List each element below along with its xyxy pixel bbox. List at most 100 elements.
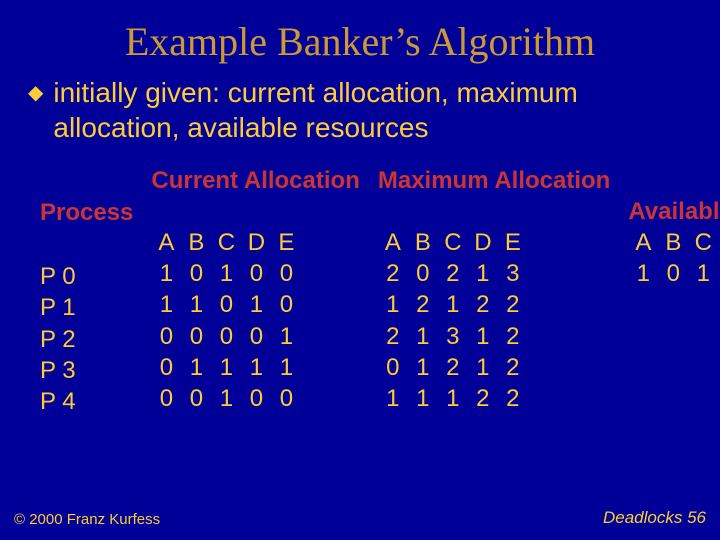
resource-header-row: A B C D E <box>378 227 610 258</box>
cell: 2 <box>378 321 408 352</box>
cell: 3 <box>438 321 468 352</box>
cell: 0 <box>151 352 181 383</box>
current-block: Current Allocation A B C D E 1 0 1 0 0 1… <box>151 165 359 417</box>
cell: 1 <box>468 258 498 289</box>
cell: 2 <box>498 321 528 352</box>
cell: 1 <box>211 258 241 289</box>
cell: 1 <box>211 383 241 414</box>
cell: 1 <box>241 352 271 383</box>
cell: 2 <box>498 289 528 320</box>
resource-header-row: A B C D E <box>151 227 359 258</box>
footer-copyright: © 2000 Franz Kurfess <box>14 511 160 528</box>
res-hdr: B <box>408 227 438 258</box>
res-hdr: D <box>468 227 498 258</box>
spacer <box>628 165 720 196</box>
bullet-text: initially given: current allocation, max… <box>53 75 692 145</box>
res-hdr: A <box>628 227 658 258</box>
cell: 3 <box>498 258 528 289</box>
cell: 2 <box>378 258 408 289</box>
table-row: 0 0 1 0 0 <box>151 383 359 414</box>
available-block: Available A B C D E 1 0 1 0 1 <box>628 165 720 417</box>
process-name: P 4 <box>40 386 133 417</box>
maximum-header: Maximum Allocation <box>378 165 610 227</box>
cell: 1 <box>271 352 301 383</box>
cell: 1 <box>408 352 438 383</box>
cell: 1 <box>271 321 301 352</box>
cell: 1 <box>211 352 241 383</box>
res-hdr: A <box>378 227 408 258</box>
process-name: P 2 <box>40 324 133 355</box>
table-row: 2 0 2 1 3 <box>378 258 610 289</box>
cell: 1 <box>628 258 658 289</box>
res-hdr: C <box>211 227 241 258</box>
tables-area: Process P 0 P 1 P 2 P 3 P 4 Current Allo… <box>0 145 720 417</box>
cell: 1 <box>151 258 181 289</box>
cell: 0 <box>241 258 271 289</box>
maximum-block: Maximum Allocation A B C D E 2 0 2 1 3 1… <box>378 165 610 417</box>
table-row: 2 1 3 1 2 <box>378 321 610 352</box>
cell: 1 <box>151 289 181 320</box>
spacer <box>40 230 133 261</box>
cell: 0 <box>241 383 271 414</box>
table-row: 1 0 1 0 1 <box>628 258 720 289</box>
cell: 1 <box>688 258 718 289</box>
res-hdr: B <box>181 227 211 258</box>
res-hdr: C <box>438 227 468 258</box>
table-row: 1 0 1 0 0 <box>151 258 359 289</box>
cell: 2 <box>468 289 498 320</box>
slide-title: Example Banker’s Algorithm <box>0 0 720 75</box>
table-row: 0 0 0 0 1 <box>151 321 359 352</box>
cell: 0 <box>271 258 301 289</box>
cell: 1 <box>408 383 438 414</box>
available-header: Available <box>628 196 720 227</box>
cell: 1 <box>378 383 408 414</box>
cell: 0 <box>271 289 301 320</box>
cell: 0 <box>408 258 438 289</box>
table-row: 0 1 1 1 1 <box>151 352 359 383</box>
res-hdr: E <box>498 227 528 258</box>
cell: 2 <box>408 289 438 320</box>
cell: 0 <box>658 258 688 289</box>
cell: 1 <box>181 352 211 383</box>
process-column: Process P 0 P 1 P 2 P 3 P 4 <box>40 165 133 417</box>
cell: 1 <box>408 321 438 352</box>
table-row: 1 1 1 2 2 <box>378 383 610 414</box>
cell: 2 <box>438 352 468 383</box>
cell: 0 <box>271 383 301 414</box>
cell: 0 <box>181 258 211 289</box>
cell: 2 <box>498 383 528 414</box>
res-hdr: D <box>241 227 271 258</box>
process-header: Process <box>40 165 133 230</box>
cell: 0 <box>181 383 211 414</box>
cell: 0 <box>151 321 181 352</box>
cell: 1 <box>468 352 498 383</box>
bullet-row: ◆ initially given: current allocation, m… <box>0 75 720 145</box>
cell: 1 <box>241 289 271 320</box>
cell: 1 <box>468 321 498 352</box>
cell: 2 <box>438 258 468 289</box>
cell: 1 <box>378 289 408 320</box>
cell: 0 <box>378 352 408 383</box>
res-hdr: B <box>658 227 688 258</box>
table-row: 1 2 1 2 2 <box>378 289 610 320</box>
res-hdr: E <box>271 227 301 258</box>
table-row: 0 1 2 1 2 <box>378 352 610 383</box>
slide: Example Banker’s Algorithm ◆ initially g… <box>0 0 720 540</box>
res-hdr: A <box>151 227 181 258</box>
cell: 2 <box>498 352 528 383</box>
process-name: P 3 <box>40 355 133 386</box>
table-row: 1 1 0 1 0 <box>151 289 359 320</box>
resource-header-row: A B C D E <box>628 227 720 258</box>
bullet-icon: ◆ <box>28 81 43 106</box>
cell: 2 <box>468 383 498 414</box>
cell: 1 <box>438 383 468 414</box>
cell: 1 <box>438 289 468 320</box>
cell: 0 <box>241 321 271 352</box>
cell: 0 <box>151 383 181 414</box>
cell: 0 <box>211 321 241 352</box>
current-header: Current Allocation <box>151 165 359 227</box>
cell: 0 <box>181 321 211 352</box>
cell: 0 <box>211 289 241 320</box>
cell: 1 <box>181 289 211 320</box>
process-name: P 1 <box>40 292 133 323</box>
